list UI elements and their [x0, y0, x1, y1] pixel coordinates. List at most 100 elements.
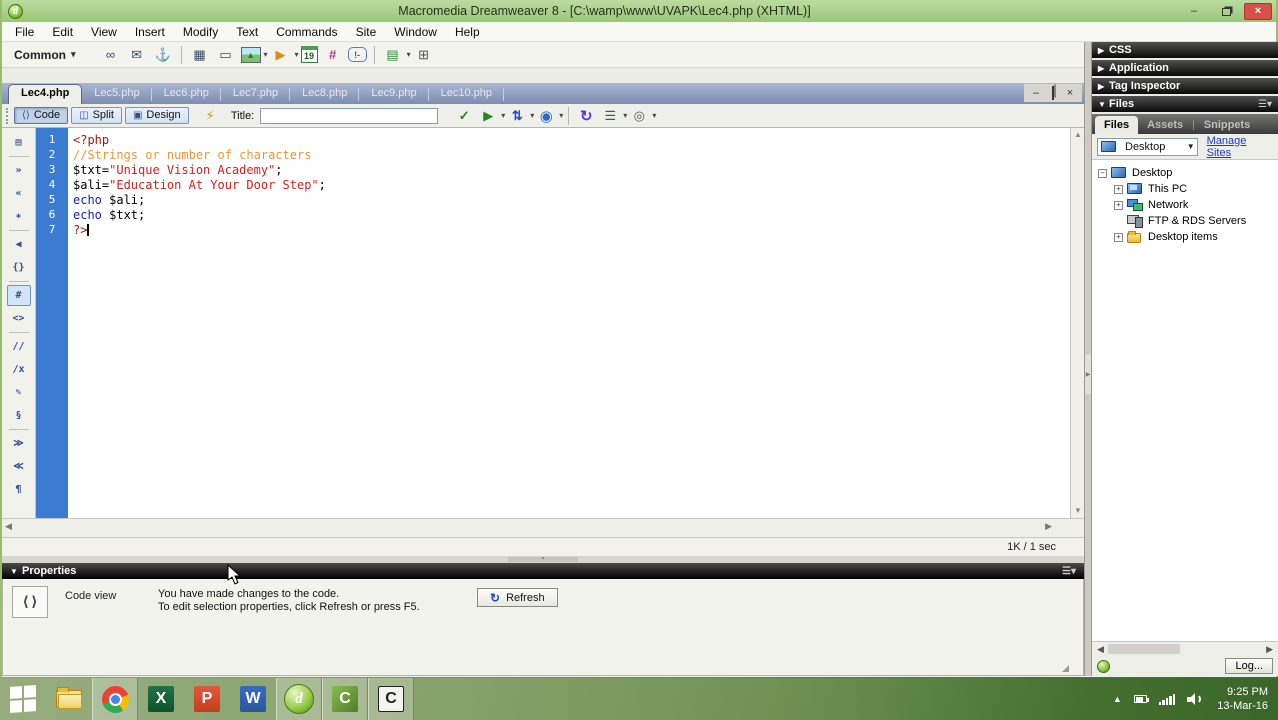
chevron-down-icon[interactable]: ▾ — [264, 50, 268, 59]
document-tab-lec5-php[interactable]: Lec5.php — [82, 85, 152, 104]
properties-header[interactable]: ▼ Properties ☰▾ — [2, 563, 1084, 579]
menu-site[interactable]: Site — [347, 23, 386, 41]
check-page-icon[interactable]: ✓ — [452, 106, 476, 126]
view-options-icon[interactable]: ☰ — [598, 106, 622, 126]
server-include-icon[interactable]: # — [322, 45, 344, 65]
splitter-handle[interactable]: ▾ — [508, 556, 578, 562]
menu-insert[interactable]: Insert — [126, 23, 174, 41]
chrome-taskbar-button[interactable] — [92, 678, 138, 720]
doc-close-button[interactable]: × — [1063, 87, 1077, 99]
dreamweaver-taskbar-button[interactable]: d — [276, 678, 322, 720]
chevron-down-icon[interactable]: ▾ — [295, 50, 299, 59]
tree-item-network[interactable]: + Network — [1092, 197, 1278, 213]
panel-tab-files[interactable]: Files — [1095, 116, 1139, 134]
menu-edit[interactable]: Edit — [43, 23, 82, 41]
scroll-right-icon[interactable]: ▶ — [1045, 521, 1052, 532]
manage-sites-link[interactable]: Manage Sites — [1207, 135, 1273, 159]
tray-expand-icon[interactable]: ▲ — [1113, 694, 1122, 704]
tree-item-ftp-rds-servers[interactable]: FTP & RDS Servers — [1092, 213, 1278, 229]
document-tab-lec8-php[interactable]: Lec8.php — [290, 85, 360, 104]
code-view-button[interactable]: ⟨⟩ Code — [14, 107, 69, 124]
network-signal-icon[interactable] — [1158, 693, 1176, 705]
menu-window[interactable]: Window — [385, 23, 446, 41]
email-link-icon[interactable]: ✉ — [126, 45, 148, 65]
media-icon[interactable]: ▶ — [270, 45, 292, 65]
title-input[interactable] — [260, 107, 439, 124]
panel-splitter[interactable]: ▾ — [2, 556, 1084, 563]
collapse-selection-icon[interactable]: « — [7, 183, 31, 204]
files-panel-header[interactable]: ▼ Files ☰▾ — [1092, 96, 1278, 112]
refresh-design-view-icon[interactable]: ↻ — [574, 106, 598, 126]
code-editor[interactable]: <?php//Strings or number of characters $t… — [68, 128, 1070, 518]
menu-file[interactable]: File — [6, 23, 43, 41]
panel-header-tag-inspector[interactable]: ▶ Tag Inspector — [1092, 78, 1278, 94]
document-tab-lec9-php[interactable]: Lec9.php — [359, 85, 429, 104]
tree-expander-icon[interactable]: + — [1114, 184, 1123, 194]
taskbar-clock[interactable]: 9:25 PM 13-Mar-16 — [1217, 685, 1268, 713]
design-view-button[interactable]: ▣ Design — [124, 107, 189, 124]
start-taskbar-button[interactable] — [0, 678, 46, 720]
collapse-dock-icon[interactable]: ▶ — [1085, 354, 1091, 394]
browser-globe-icon[interactable]: ◉ — [534, 106, 558, 126]
dock-splitter[interactable]: ▶ — [1084, 42, 1092, 676]
menu-modify[interactable]: Modify — [174, 23, 227, 41]
files-horizontal-scrollbar[interactable]: ◀ ▶ — [1092, 641, 1278, 656]
open-documents-icon[interactable]: ▤ — [7, 132, 31, 153]
format-source-code-icon[interactable]: ¶ — [7, 479, 31, 500]
insert-category-select[interactable]: Common ▾ — [14, 48, 76, 62]
tree-item-this-pc[interactable]: + This PC — [1092, 181, 1278, 197]
apply-comment-icon[interactable]: // — [7, 336, 31, 357]
camtasia-recorder-taskbar-button[interactable]: C — [368, 678, 414, 720]
line-numbers-icon[interactable]: # — [6, 285, 31, 306]
preview-debug-icon[interactable]: ▶ — [476, 106, 500, 126]
document-tab-lec10-php[interactable]: Lec10.php — [429, 85, 505, 104]
tree-item-desktop-items[interactable]: + Desktop items — [1092, 229, 1278, 245]
properties-options-icon[interactable]: ☰▾ — [1062, 566, 1076, 577]
scroll-thumb[interactable] — [1108, 644, 1180, 654]
site-selector[interactable]: Desktop ▼ — [1097, 137, 1198, 156]
tree-expander-icon[interactable]: − — [1098, 168, 1107, 178]
menu-commands[interactable]: Commands — [267, 23, 346, 41]
highlight-invalid-code-icon[interactable]: <> — [7, 308, 31, 329]
insert-div-icon[interactable]: ▭ — [215, 45, 237, 65]
doc-restore-button[interactable] — [1046, 86, 1060, 100]
select-parent-tag-icon[interactable]: ◀ — [7, 234, 31, 255]
outdent-code-icon[interactable]: ≪ — [7, 456, 31, 477]
excel-taskbar-button[interactable]: X — [138, 678, 184, 720]
images-icon[interactable]: ▲ — [240, 46, 261, 63]
close-button[interactable]: × — [1244, 2, 1272, 20]
scroll-up-icon[interactable]: ▲ — [1071, 128, 1085, 142]
tree-expander-icon[interactable]: + — [1114, 200, 1123, 210]
panel-tab-snippets[interactable]: Snippets — [1195, 116, 1259, 134]
menu-view[interactable]: View — [82, 23, 126, 41]
document-tab-lec4-php[interactable]: Lec4.php — [8, 84, 83, 104]
menu-text[interactable]: Text — [227, 23, 267, 41]
chevron-down-icon[interactable]: ▾ — [652, 111, 656, 120]
comment-icon[interactable]: !- — [347, 47, 367, 62]
menu-help[interactable]: Help — [446, 23, 489, 41]
visual-aids-icon[interactable]: ◎ — [627, 106, 651, 126]
panel-tab-assets[interactable]: Assets — [1138, 116, 1192, 134]
file-management-icon[interactable]: ⇅ — [505, 106, 529, 126]
date-icon[interactable]: 19 — [300, 46, 318, 63]
battery-icon[interactable] — [1133, 695, 1149, 703]
restore-button[interactable] — [1212, 3, 1240, 20]
chevron-down-icon[interactable]: ▾ — [407, 50, 411, 59]
expand-all-icon[interactable]: ∗ — [7, 206, 31, 227]
horizontal-scrollbar[interactable]: ◀ ▶ — [2, 518, 1084, 533]
panel-header-application[interactable]: ▶ Application — [1092, 60, 1278, 76]
resize-handle[interactable] — [1062, 665, 1069, 672]
collapse-full-tag-icon[interactable]: » — [7, 160, 31, 181]
scroll-down-icon[interactable]: ▼ — [1071, 504, 1085, 518]
wrap-tag-icon[interactable]: ✎ — [7, 382, 31, 403]
indent-code-icon[interactable]: ≫ — [7, 433, 31, 454]
split-view-button[interactable]: ◫ Split — [71, 107, 122, 124]
recent-snippets-icon[interactable]: § — [7, 405, 31, 426]
files-options-icon[interactable]: ☰▾ — [1258, 99, 1272, 110]
vertical-scrollbar[interactable]: ▲ ▼ — [1070, 128, 1084, 518]
powerpoint-taskbar-button[interactable]: P — [184, 678, 230, 720]
tree-expander-icon[interactable]: + — [1114, 232, 1123, 242]
tag-chooser-icon[interactable]: ⊞ — [413, 45, 435, 65]
camtasia-taskbar-button[interactable]: C — [322, 678, 368, 720]
named-anchor-icon[interactable]: ⚓ — [152, 45, 174, 65]
